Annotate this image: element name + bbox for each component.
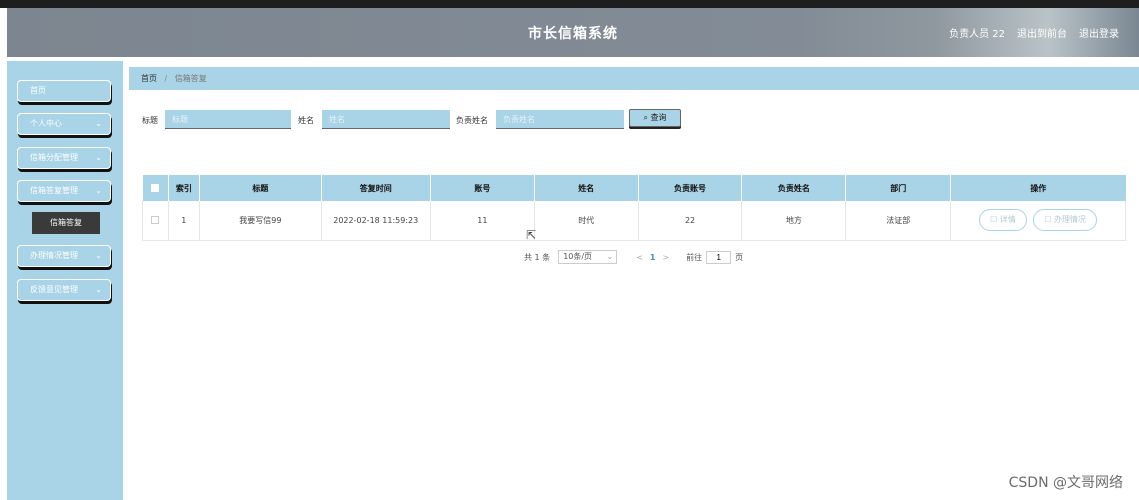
name-search-input[interactable] [322,110,450,129]
sidebar-item-label: 信箱分配管理 [30,153,78,162]
col-index: 索引 [168,175,201,201]
mouse-cursor-icon: ⇱ [526,228,537,242]
prev-page-button[interactable]: < [636,253,643,262]
owner-name-search-input[interactable] [496,110,624,129]
cell-actions: ☐ 详情 ☐ 办理情况 [950,201,1126,241]
col-reply-time: 答复时间 [321,175,431,201]
col-actions: 操作 [1030,183,1047,193]
cell-owner-account: 22 [638,201,743,241]
search-icon: ⌕ [643,113,648,122]
col-owner-name: 负责姓名 [741,175,847,201]
chevron-down-icon: ⌄ [95,186,102,195]
search-button[interactable]: ⌕ 查询 [629,109,681,127]
handling-status-button[interactable]: ☐ 办理情况 [1033,209,1098,232]
col-owner-account: 负责账号 [638,175,743,201]
next-page-button[interactable]: > [662,253,669,262]
col-dept: 部门 [845,175,952,201]
goto-label: 前往 [686,252,703,262]
cell-index: 1 [168,201,201,241]
sidebar-item-personal-center[interactable]: 个人中心 ⌄ [17,113,111,135]
page-size-value: 10条/页 [563,252,593,261]
sidebar-item-label: 个人中心 [30,119,62,128]
page-size-select[interactable]: 10条/页 ⌄ [558,250,618,264]
breadcrumb-current: 信箱答复 [174,74,207,83]
title-label: 标题 [142,116,158,125]
chevron-down-icon: ⌄ [95,251,102,260]
back-to-frontend-link[interactable]: 退出到前台 [1017,25,1067,40]
col-title: 标题 [199,175,322,201]
top-strip [0,0,1139,8]
cell-reply-time: 2022-02-18 11:59:23 [321,201,431,241]
breadcrumb: 首页 / 信箱答复 [129,67,1139,90]
table-header-row: 索引 标题 答复时间 账号 姓名 负责账号 负责姓名 部门 操作 [142,175,1126,201]
cell-account: 11 [430,201,535,241]
breadcrumb-home[interactable]: 首页 [141,74,157,83]
sidebar-item-handling-status[interactable]: 办理情况管理 ⌄ [17,245,111,267]
chevron-down-icon: ⌄ [95,285,102,294]
col-name: 姓名 [534,175,639,201]
sidebar-item-mailbox-reply[interactable]: 信箱答复管理 ⌄ [17,180,111,202]
sidebar-item-label: 反馈意见管理 [30,285,78,294]
document-icon: ☐ [1044,215,1052,225]
current-user: 负责人员 22 [949,29,1005,40]
sidebar: 首页 个人中心 ⌄ 信箱分配管理 ⌄ 信箱答复管理 ⌄ 办理情况管理 ⌄ 反馈意… [7,61,123,500]
name-label: 姓名 [298,116,314,125]
pagination: 共 1 条 10条/页 ⌄ < 1 > 前往 页 [524,250,743,264]
cell-name: 时代 [534,201,639,241]
col-account: 账号 [430,175,535,201]
owner-name-label: 负责姓名 [456,116,488,125]
sidebar-item-label: 办理情况管理 [30,251,78,260]
handling-status-button-label: 办理情况 [1054,215,1087,225]
title-search-input[interactable] [165,110,291,129]
detail-button[interactable]: ☐ 详情 [979,209,1027,232]
breadcrumb-separator: / [164,74,168,83]
row-select-cell[interactable] [142,201,169,241]
cell-owner-name: 地方 [741,201,847,241]
cell-title: 我要写信99 [199,201,322,241]
logout-link[interactable]: 退出登录 [1079,25,1119,40]
row-checkbox[interactable] [151,216,160,225]
sidebar-item-home[interactable]: 首页 [17,80,111,102]
chevron-down-icon: ⌄ [606,252,614,261]
chevron-down-icon: ⌄ [95,153,102,162]
sidebar-item-feedback[interactable]: 反馈意见管理 ⌄ [17,279,111,301]
app-header: 市长信箱系统 负责人员 22 退出到前台 退出登录 [7,8,1139,57]
select-all-checkbox[interactable] [151,184,160,192]
goto-page-input[interactable] [706,250,732,264]
chevron-down-icon: ⌄ [95,119,102,128]
search-button-label: 查询 [650,113,667,122]
pagination-total: 共 1 条 [524,252,551,262]
detail-button-label: 详情 [999,215,1016,225]
sidebar-subitem-mailbox-reply[interactable]: 信箱答复 [32,212,100,234]
document-icon: ☐ [990,215,998,225]
reply-table: 索引 标题 答复时间 账号 姓名 负责账号 负责姓名 部门 操作 1 我要写信9… [142,175,1126,241]
sidebar-item-mailbox-assignment[interactable]: 信箱分配管理 ⌄ [17,147,111,169]
cell-dept: 法证部 [845,201,952,241]
page-number-1[interactable]: 1 [650,253,656,262]
sidebar-item-label: 首页 [30,86,46,95]
select-all-cell[interactable] [142,175,169,201]
table-row: 1 我要写信99 2022-02-18 11:59:23 11 时代 22 地方… [142,201,1126,241]
watermark: CSDN @文哥网络 [1008,475,1123,491]
goto-suffix: 页 [735,252,744,262]
sidebar-item-label: 信箱答复管理 [30,186,78,195]
header-user-area: 负责人员 22 退出到前台 退出登录 [949,25,1119,40]
